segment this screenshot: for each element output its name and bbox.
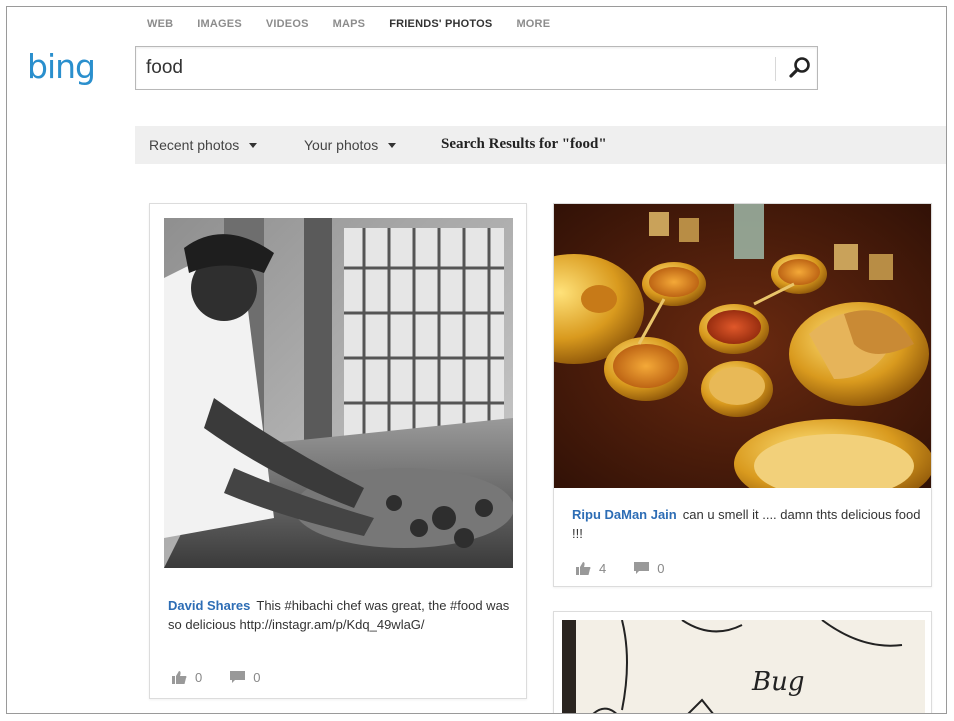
thumbs-up-icon bbox=[172, 671, 187, 684]
photo-card[interactable]: David Shares This #hibachi chef was great… bbox=[149, 203, 527, 699]
comment-button[interactable]: 0 bbox=[634, 561, 664, 576]
comment-icon bbox=[634, 562, 650, 574]
thumbs-up-icon bbox=[576, 562, 591, 575]
like-button[interactable]: 0 bbox=[172, 670, 202, 685]
search-input[interactable] bbox=[146, 55, 756, 81]
card-caption: David Shares This #hibachi chef was great… bbox=[168, 596, 513, 634]
photo-card[interactable]: Bug bbox=[553, 611, 932, 713]
nav-videos[interactable]: VIDEOS bbox=[266, 18, 309, 30]
nav-web[interactable]: WEB bbox=[147, 18, 173, 30]
food-photo-image bbox=[554, 204, 931, 488]
nav-images[interactable]: IMAGES bbox=[197, 18, 242, 30]
nav-friends-photos[interactable]: FRIENDS' PHOTOS bbox=[389, 18, 492, 30]
your-photos-dropdown[interactable]: Your photos bbox=[304, 137, 397, 153]
search-icon bbox=[789, 57, 810, 78]
photo-whiteboard[interactable]: Bug bbox=[562, 620, 925, 713]
like-count: 0 bbox=[195, 670, 203, 685]
like-count: 4 bbox=[599, 561, 607, 576]
author-link[interactable]: David Shares bbox=[168, 598, 250, 613]
comment-icon bbox=[230, 671, 246, 683]
whiteboard-photo-image: Bug bbox=[562, 620, 925, 713]
card-stats: 0 0 bbox=[172, 670, 288, 685]
recent-photos-label: Recent photos bbox=[149, 137, 240, 153]
search-divider bbox=[775, 57, 776, 81]
photo-hibachi-chef[interactable] bbox=[164, 218, 513, 568]
comment-count: 0 bbox=[253, 670, 261, 685]
like-button[interactable]: 4 bbox=[576, 561, 606, 576]
recent-photos-dropdown[interactable]: Recent photos bbox=[149, 137, 258, 153]
chef-photo-image bbox=[164, 218, 513, 568]
card-stats: 4 0 bbox=[576, 561, 692, 576]
card-caption: Ripu DaMan Jain can u smell it .... damn … bbox=[572, 505, 922, 543]
chevron-down-icon bbox=[249, 142, 258, 148]
search-button[interactable] bbox=[785, 53, 815, 83]
author-link[interactable]: Ripu DaMan Jain bbox=[572, 507, 677, 522]
top-nav: WEB IMAGES VIDEOS MAPS FRIENDS' PHOTOS M… bbox=[147, 18, 574, 30]
your-photos-label: Your photos bbox=[304, 137, 379, 153]
bing-logo[interactable]: bing bbox=[27, 47, 96, 86]
whiteboard-handwriting: Bug bbox=[751, 667, 805, 697]
results-title: Search Results for "food" bbox=[441, 136, 607, 152]
photo-card[interactable]: Ripu DaMan Jain can u smell it .... damn … bbox=[553, 203, 932, 587]
search-box bbox=[135, 46, 818, 90]
comment-button[interactable]: 0 bbox=[230, 670, 260, 685]
nav-more[interactable]: MORE bbox=[516, 18, 550, 30]
nav-maps[interactable]: MAPS bbox=[333, 18, 366, 30]
filter-bar: Recent photos Your photos Search Results… bbox=[135, 126, 946, 164]
photo-indian-food[interactable] bbox=[554, 204, 931, 488]
browser-frame: WEB IMAGES VIDEOS MAPS FRIENDS' PHOTOS M… bbox=[6, 6, 947, 714]
chevron-down-icon bbox=[388, 142, 397, 148]
comment-count: 0 bbox=[657, 561, 665, 576]
